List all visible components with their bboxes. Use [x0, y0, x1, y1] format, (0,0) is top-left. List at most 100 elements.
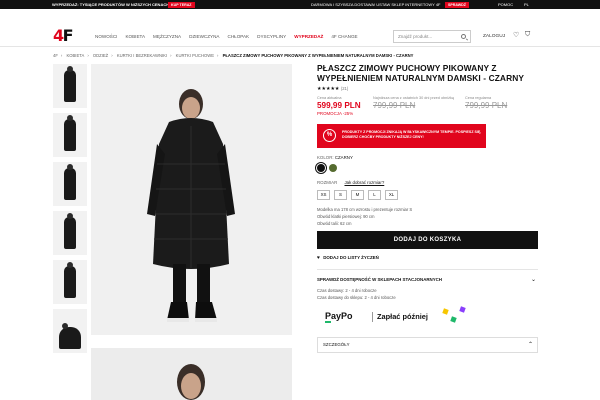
size-option-l[interactable]: L — [368, 190, 381, 201]
nav-item-girl[interactable]: DZIEWCZYNA — [189, 34, 219, 39]
buy-now-button[interactable]: KUP TERAZ — [168, 1, 195, 8]
breadcrumb-item[interactable]: 4F — [53, 53, 58, 58]
login-link[interactable]: ZALOGUJ — [483, 34, 505, 39]
add-to-cart-button[interactable]: DODAJ DO KOSZYKA — [317, 231, 538, 250]
lowest-price-block: Najniższa cena z ostatnich 30 dni przed … — [373, 96, 454, 110]
search-input[interactable]: Znajdź produkt... — [393, 30, 471, 43]
chevron-down-icon: ⌄ — [530, 277, 536, 284]
search-icon[interactable] — [461, 34, 466, 39]
model-height: Modelka ma 178 cm wzrostu i prezentuje r… — [317, 207, 413, 213]
lowest-price: 799,99 PLN — [373, 101, 416, 111]
cart-icon[interactable]: ⛉ — [525, 31, 530, 39]
nav-item-woman[interactable]: KOBIETA — [125, 34, 145, 39]
current-price: 599,99 PLN — [317, 101, 361, 111]
model-chest: Obwód klatki piersiowej: 90 cm — [317, 214, 375, 220]
sale-promo-text: WYPRZEDAŻ: TYSIĄCE PRODUKTÓW W NIŻSZYCH … — [52, 2, 170, 7]
size-option-xs[interactable]: XS — [317, 190, 330, 201]
nav-item-new[interactable]: NOWOŚCI — [95, 34, 117, 39]
thumbnail-gallery — [53, 64, 87, 358]
product-main-image[interactable] — [91, 64, 292, 335]
color-swatch-black[interactable] — [315, 162, 327, 175]
language-selector[interactable]: PL — [524, 2, 529, 7]
wishlist-label: DODAJ DO LISTY ŻYCZEŃ — [323, 255, 379, 261]
promo-topbar: WYPRZEDAŻ: TYSIĄCE PRODUKTÓW W NIŻSZYCH … — [0, 0, 600, 9]
breadcrumb-item[interactable]: KURTKI PUCHOWE — [176, 53, 214, 58]
rating-stars-icon: ★★★★★ — [317, 86, 340, 93]
nav-item-boy[interactable]: CHŁOPAK — [228, 34, 250, 39]
color-swatches — [315, 162, 538, 175]
review-count: (21) — [340, 86, 349, 92]
regular-price-block: Cena regularna 799,99 PLN — [465, 96, 507, 110]
product-info-panel: PŁASZCZ ZIMOWY PUCHOWY PIKOWANY Z WYPEŁN… — [315, 63, 538, 353]
paypo-logo: PayPo — [325, 311, 353, 321]
product-title: PŁASZCZ ZIMOWY PUCHOWY PIKOWANY Z WYPEŁN… — [317, 63, 525, 83]
regular-price: 799,99 PLN — [465, 101, 508, 111]
brand-logo[interactable]: 4F — [53, 26, 74, 45]
thumbnail[interactable] — [53, 113, 87, 157]
nav-item-sale[interactable]: WYPRZEDAŻ — [294, 34, 323, 39]
current-price-block: Cena aktualna 599,99 PLN PROMOCJA -25% — [317, 96, 361, 116]
chevron-up-icon: ⌃ — [527, 342, 533, 348]
model-info: Modelka ma 178 cm wzrostu i prezentuje r… — [317, 206, 538, 227]
availability-label: SPRAWDŹ DOSTĘPNOŚĆ W SKLEPACH STACJONARN… — [317, 277, 442, 283]
thumbnail[interactable] — [53, 260, 87, 304]
nav-item-4f-change[interactable]: 4F CHANGE — [331, 34, 357, 39]
breadcrumb-item[interactable]: KOBIETA — [66, 53, 84, 58]
add-to-wishlist-button[interactable]: ♥ DODAJ DO LISTY ŻYCZEŃ — [317, 255, 538, 261]
color-swatch-olive[interactable] — [329, 164, 337, 173]
size-label: ROZMIAR — [317, 180, 338, 186]
color-label: KOLOR: CZARNY — [317, 155, 538, 160]
delivery-promo-text: DARMOWA I SZYBSZA DOSTAWA! USTAW SKLEP I… — [311, 2, 441, 7]
size-row: ROZMIAR Jak dobrać rozmiar? — [317, 180, 538, 185]
help-link[interactable]: POMOC — [498, 2, 513, 7]
decor-shape-icon — [459, 306, 466, 313]
rating[interactable]: ★★★★★ (21) — [317, 86, 538, 92]
heart-icon: ♥ — [317, 255, 320, 262]
price-block: Cena aktualna 599,99 PLN PROMOCJA -25% N… — [317, 96, 538, 120]
breadcrumb-item[interactable]: ODZIEŻ — [93, 53, 108, 58]
promo-banner-text: PRODUKTY Z PROMOCJI ZNIKAJĄ W BŁYSKAWICZ… — [342, 130, 482, 139]
breadcrumb: 4F › KOBIETA › ODZIEŻ › KURTKI I BEZREKAWNI… — [53, 53, 414, 58]
paypo-divider — [372, 312, 373, 322]
breadcrumb-current: PŁASZCZ ZIMOWY PUCHOWY PIKOWANY Z WYPEŁN… — [222, 53, 414, 58]
current-price-label: Cena aktualna — [317, 96, 342, 101]
size-guide-link[interactable]: Jak dobrać rozmiar? — [344, 180, 384, 185]
color-label-text: KOLOR: — [317, 155, 334, 161]
decor-shape-icon — [442, 308, 449, 315]
thumbnail[interactable] — [53, 162, 87, 206]
breadcrumb-item[interactable]: KURTKI I BEZREKAWNIKI — [117, 53, 167, 58]
main-header: 4F NOWOŚCI KOBIETA MĘŻCZYZNA DZIEWCZYNA … — [0, 9, 600, 47]
model-waist: Obwód talii: 62 cm — [317, 221, 352, 227]
details-label: SZCZEGÓŁY — [323, 342, 350, 347]
product-second-image[interactable] — [91, 348, 292, 400]
nav-item-disciplines[interactable]: DYSCYPLINY — [257, 34, 286, 39]
store-availability-toggle[interactable]: SPRAWDŹ DOSTĘPNOŚĆ W SKLEPACH STACJONARN… — [317, 269, 538, 284]
thumbnail[interactable] — [53, 64, 87, 108]
size-option-xl[interactable]: XL — [385, 190, 398, 201]
check-button[interactable]: SPRAWDŹ — [445, 1, 469, 8]
color-value: CZARNY — [334, 155, 353, 161]
model-closeup-image — [177, 364, 205, 400]
size-option-s[interactable]: S — [334, 190, 347, 201]
thumbnail[interactable] — [53, 309, 87, 353]
regular-price-label: Cena regularna — [465, 96, 492, 101]
promo-percent: PROMOCJA -25% — [317, 111, 354, 117]
thumbnail[interactable] — [53, 211, 87, 255]
promo-banner: % PRODUKTY Z PROMOCJI ZNIKAJĄ W BŁYSKAWI… — [317, 124, 486, 149]
store-delivery-time: Czas dostawy do sklepu: 2 - 4 dni robocz… — [317, 294, 396, 300]
size-option-m[interactable]: M — [351, 190, 364, 201]
decor-shape-icon — [450, 316, 457, 323]
paypo-banner[interactable]: PayPo Zapłać później — [317, 306, 538, 329]
details-accordion[interactable]: SZCZEGÓŁY ⌃ — [317, 337, 538, 353]
main-nav: NOWOŚCI KOBIETA MĘŻCZYZNA DZIEWCZYNA CHŁ… — [95, 34, 358, 39]
search-placeholder: Znajdź produkt... — [398, 34, 433, 39]
nav-item-man[interactable]: MĘŻCZYZNA — [153, 34, 181, 39]
delivery-info: Czas dostawy: 2 - 4 dni robocze Czas dos… — [317, 288, 538, 301]
size-options: XS S M L XL — [317, 190, 538, 201]
paypo-accent — [325, 321, 331, 323]
pay-later-text: Zapłać później — [377, 312, 428, 321]
percent-icon: % — [323, 129, 336, 143]
wishlist-heart-icon[interactable]: ♡ — [513, 31, 519, 39]
model-in-coat-image — [147, 89, 235, 322]
lowest-price-label: Najniższa cena z ostatnich 30 dni przed … — [373, 96, 455, 101]
